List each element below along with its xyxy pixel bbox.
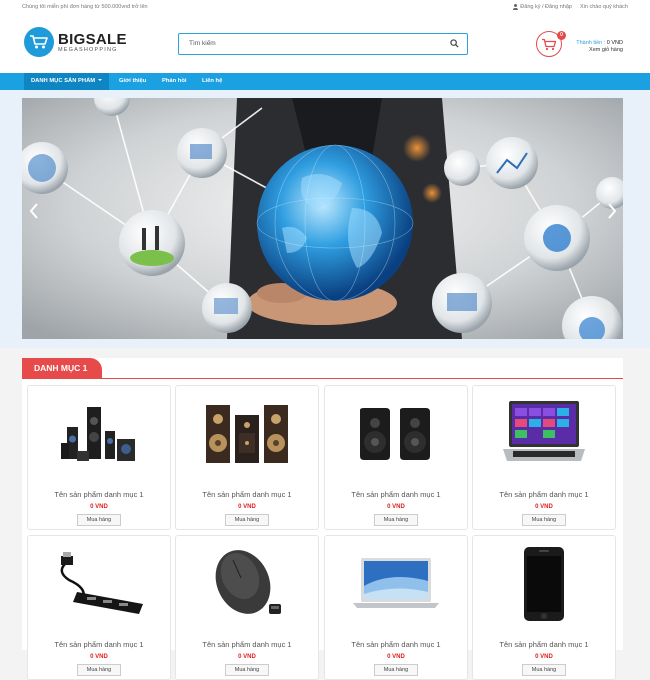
- product-name[interactable]: Tên sản phẩm danh mục 1: [176, 640, 318, 649]
- logo-title: BIGSALE: [58, 30, 127, 48]
- greeting-text: Xin chào quý khách: [579, 4, 628, 10]
- product-image[interactable]: [325, 386, 467, 482]
- cart-count-badge: 0: [557, 31, 566, 40]
- auth-link-wrap: Đăng ký / Đăng nhập: [512, 4, 572, 10]
- top-bar: Chúng tôi miễn phí đơn hàng từ 500.000vn…: [0, 0, 650, 16]
- smartphone-icon: [524, 547, 564, 621]
- product-price: 0 VND: [535, 504, 553, 510]
- product-card[interactable]: Tên sản phẩm danh mục 1 0 VND Mua hàng: [27, 535, 171, 680]
- view-cart-link[interactable]: Xem giỏ hàng: [576, 47, 623, 54]
- user-icon: [512, 4, 518, 10]
- product-name[interactable]: Tên sản phẩm danh mục 1: [28, 640, 170, 649]
- mini-cart[interactable]: 0 Thành tiền : 0 VND Xem giỏ hàng: [536, 31, 626, 61]
- usb-hub-icon: [60, 552, 143, 614]
- search-box: [178, 33, 468, 55]
- product-image[interactable]: [28, 386, 170, 482]
- cart-summary: Thành tiền : 0 VND Xem giỏ hàng: [576, 40, 623, 54]
- hero-slider-area: [0, 90, 650, 348]
- network-globe-banner-image: [22, 98, 623, 339]
- buy-button[interactable]: Mua hàng: [77, 514, 121, 526]
- category-header: DANH MỤC 1: [22, 358, 623, 379]
- nav-about[interactable]: Giới thiệu: [119, 73, 146, 90]
- buy-button[interactable]: Mua hàng: [225, 664, 269, 676]
- product-card[interactable]: Tên sản phẩm danh mục 1 0 VND Mua hàng: [324, 535, 468, 680]
- auth-link[interactable]: Đăng ký / Đăng nhập: [520, 4, 572, 10]
- logo[interactable]: BIGSALE MEGASHOPPING: [24, 27, 127, 57]
- product-image[interactable]: [473, 386, 615, 482]
- logo-subtitle: MEGASHOPPING: [58, 46, 118, 53]
- chevron-down-icon: [98, 79, 103, 82]
- search-icon[interactable]: [450, 39, 459, 48]
- main-nav: DANH MỤC SẢN PHẨM Giới thiệu Phản hồi Li…: [0, 73, 650, 90]
- nav-item-label: DANH MỤC SẢN PHẨM: [31, 78, 96, 84]
- hero-banner: [22, 98, 623, 339]
- category-section: DANH MỤC 1 Tên sản phẩm danh mục 1 0 VND…: [22, 358, 623, 680]
- product-card[interactable]: Tên sản phẩm danh mục 1 0 VND Mua hàng: [324, 385, 468, 530]
- product-name[interactable]: Tên sản phẩm danh mục 1: [473, 640, 615, 649]
- product-price: 0 VND: [90, 504, 108, 510]
- product-price: 0 VND: [238, 504, 256, 510]
- buy-button[interactable]: Mua hàng: [374, 514, 418, 526]
- product-price: 0 VND: [238, 654, 256, 660]
- product-name[interactable]: Tên sản phẩm danh mục 1: [473, 490, 615, 499]
- slider-next-arrow-icon[interactable]: [606, 202, 618, 220]
- mouse-icon: [215, 550, 281, 614]
- slider-prev-arrow-icon[interactable]: [28, 202, 40, 220]
- product-card[interactable]: Tên sản phẩm danh mục 1 0 VND Mua hàng: [472, 535, 616, 680]
- product-price: 0 VND: [90, 654, 108, 660]
- nav-product-categories[interactable]: DANH MỤC SẢN PHẨM: [24, 73, 110, 90]
- free-shipping-promo: Chúng tôi miễn phí đơn hàng từ 500.000vn…: [22, 4, 148, 10]
- product-card[interactable]: Tên sản phẩm danh mục 1 0 VND Mua hàng: [175, 535, 319, 680]
- product-card[interactable]: Tên sản phẩm danh mục 1 0 VND Mua hàng: [175, 385, 319, 530]
- search-input[interactable]: [179, 34, 429, 53]
- product-image[interactable]: [325, 536, 467, 632]
- buy-button[interactable]: Mua hàng: [522, 664, 566, 676]
- product-price: 0 VND: [387, 504, 405, 510]
- macbook-icon: [353, 558, 439, 608]
- desktop-speakers-icon: [360, 408, 430, 460]
- product-name[interactable]: Tên sản phẩm danh mục 1: [325, 490, 467, 499]
- product-image[interactable]: [176, 536, 318, 632]
- buy-button[interactable]: Mua hàng: [77, 664, 121, 676]
- nav-contact[interactable]: Liên hệ: [202, 73, 222, 90]
- nav-feedback[interactable]: Phản hồi: [162, 73, 186, 90]
- speaker-system-icon: [61, 407, 135, 461]
- product-price: 0 VND: [535, 654, 553, 660]
- buy-button[interactable]: Mua hàng: [225, 514, 269, 526]
- product-image[interactable]: [473, 536, 615, 632]
- product-name[interactable]: Tên sản phẩm danh mục 1: [325, 640, 467, 649]
- cart-total-value: 0 VND: [606, 40, 623, 46]
- bookshelf-speakers-icon: [206, 405, 288, 463]
- product-card[interactable]: Tên sản phẩm danh mục 1 0 VND Mua hàng: [472, 385, 616, 530]
- cart-total-label: Thành tiền :: [576, 40, 606, 46]
- category-title[interactable]: DANH MỤC 1: [22, 358, 102, 379]
- laptop-icon: [503, 401, 585, 461]
- site-header: BIGSALE MEGASHOPPING 0 Thành tiền : 0 VN…: [0, 16, 650, 73]
- product-name[interactable]: Tên sản phẩm danh mục 1: [176, 490, 318, 499]
- product-price: 0 VND: [387, 654, 405, 660]
- buy-button[interactable]: Mua hàng: [522, 514, 566, 526]
- buy-button[interactable]: Mua hàng: [374, 664, 418, 676]
- product-card[interactable]: Tên sản phẩm danh mục 1 0 VND Mua hàng: [27, 385, 171, 530]
- product-name[interactable]: Tên sản phẩm danh mục 1: [28, 490, 170, 499]
- cart-logo-icon: [24, 27, 54, 57]
- product-image[interactable]: [28, 536, 170, 632]
- product-image[interactable]: [176, 386, 318, 482]
- top-bar-links: Đăng ký / Đăng nhập Xin chào quý khách: [512, 4, 628, 10]
